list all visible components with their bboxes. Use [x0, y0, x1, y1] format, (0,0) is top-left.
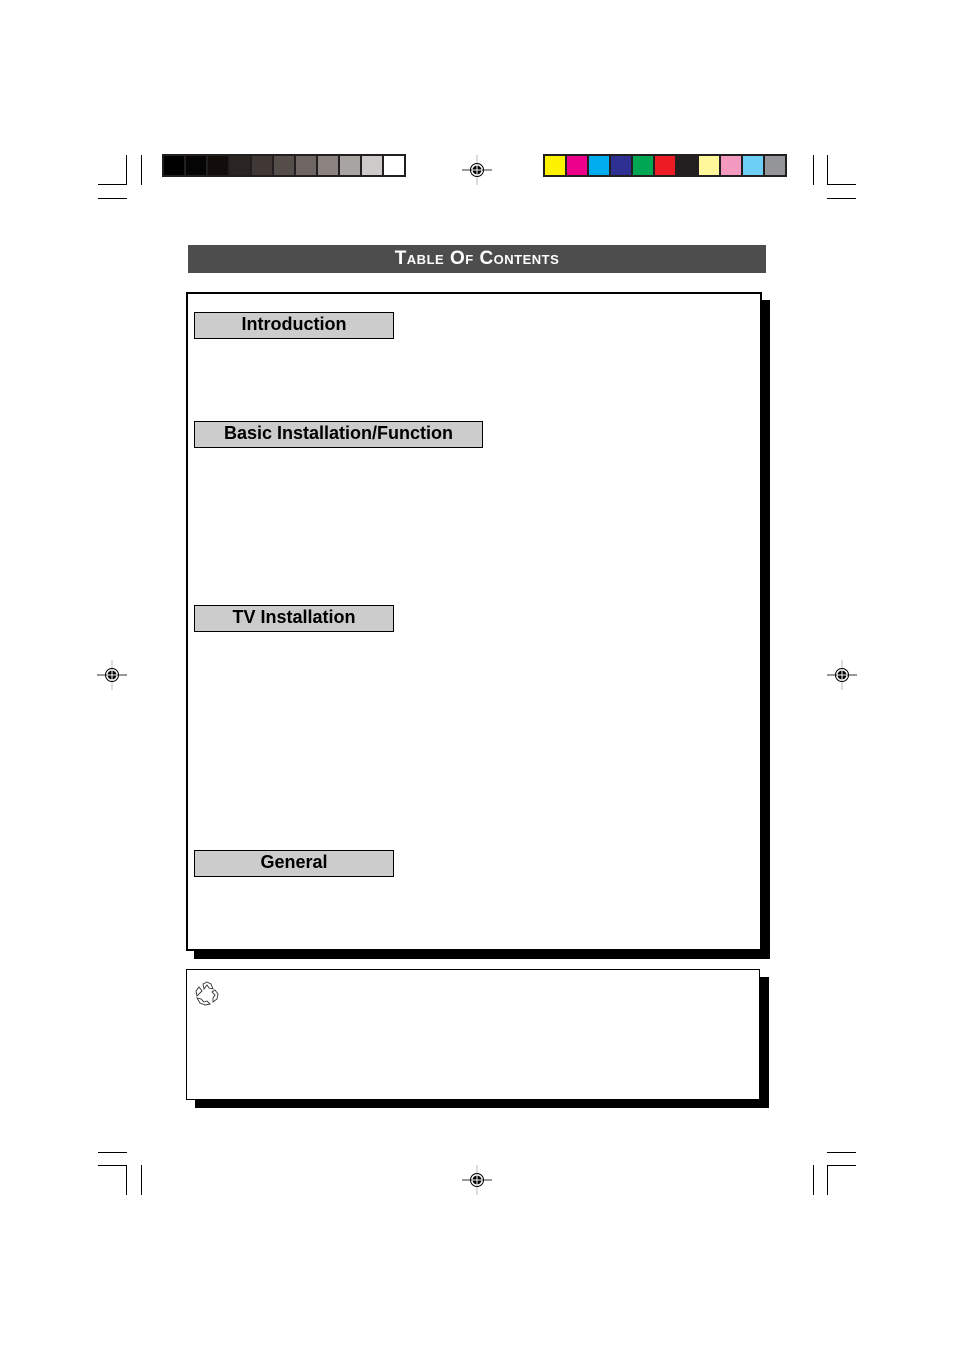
grayscale-swatch-6: [296, 156, 316, 175]
color-swatch-5: [655, 156, 675, 175]
color-swatch-6: [677, 156, 697, 175]
crop-mark-bottom-left-v1: [126, 1165, 127, 1195]
color-swatch-1: [567, 156, 587, 175]
crop-mark-top-right-v2: [827, 155, 828, 185]
section-header-introduction: Introduction: [194, 312, 394, 339]
grayscale-swatch-3: [230, 156, 250, 175]
note-box: [186, 969, 760, 1100]
crop-mark-bottom-right-h2: [827, 1165, 856, 1166]
color-swatch-7: [699, 156, 719, 175]
crop-mark-bottom-right-v1: [813, 1165, 814, 1195]
grayscale-swatch-9: [362, 156, 382, 175]
registration-mark-bottom: [462, 1165, 492, 1195]
crop-mark-top-left-v1: [126, 155, 127, 185]
grayscale-swatch-4: [252, 156, 272, 175]
color-swatch-10: [765, 156, 785, 175]
grayscale-swatch-0: [164, 156, 184, 175]
toc-box: Introduction Basic Installation/Function…: [186, 292, 762, 951]
grayscale-swatch-10: [384, 156, 404, 175]
color-swatch-0: [545, 156, 565, 175]
color-swatch-bar: [543, 154, 787, 177]
crop-mark-top-right-h2: [827, 198, 856, 199]
recycle-icon: [195, 981, 219, 1006]
page-title: Table Of Contents: [188, 245, 766, 273]
crop-mark-bottom-right-h1: [827, 1152, 856, 1153]
color-swatch-9: [743, 156, 763, 175]
crop-mark-bottom-left-h1: [98, 1152, 127, 1153]
crop-mark-top-left-h1: [98, 184, 127, 185]
section-header-tv-installation: TV Installation: [194, 605, 394, 632]
crop-mark-bottom-left-v2: [141, 1165, 142, 1195]
crop-mark-bottom-left-h2: [98, 1165, 127, 1166]
registration-mark-right: [827, 660, 857, 690]
crop-mark-top-right-h1: [827, 184, 856, 185]
color-swatch-8: [721, 156, 741, 175]
crop-mark-bottom-right-v2: [827, 1165, 828, 1195]
color-swatch-3: [611, 156, 631, 175]
section-header-general: General: [194, 850, 394, 877]
crop-mark-top-left-v2: [141, 155, 142, 185]
grayscale-swatch-1: [186, 156, 206, 175]
color-swatch-4: [633, 156, 653, 175]
crop-mark-top-left-h2: [98, 198, 127, 199]
registration-mark-top: [462, 155, 492, 185]
grayscale-swatch-8: [340, 156, 360, 175]
registration-mark-left: [97, 660, 127, 690]
grayscale-swatch-7: [318, 156, 338, 175]
grayscale-swatch-2: [208, 156, 228, 175]
section-header-basic-installation: Basic Installation/Function: [194, 421, 483, 448]
crop-mark-top-right-v1: [813, 155, 814, 185]
grayscale-swatch-bar: [162, 154, 406, 177]
color-swatch-2: [589, 156, 609, 175]
grayscale-swatch-5: [274, 156, 294, 175]
